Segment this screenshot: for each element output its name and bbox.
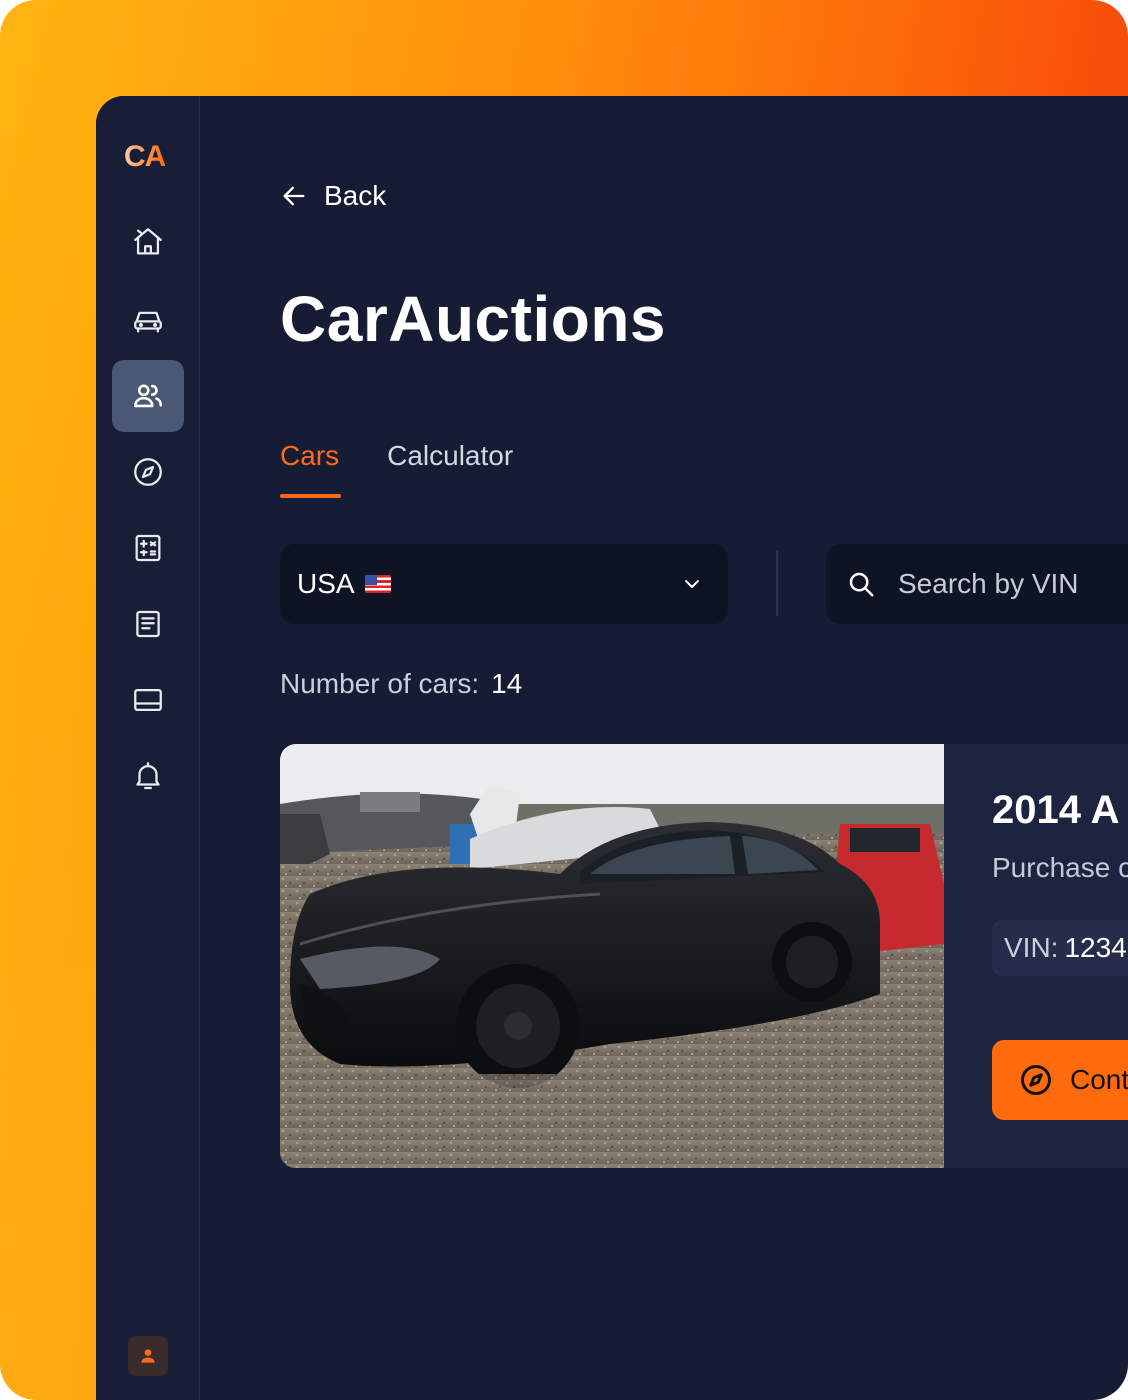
sidebar-item-documents[interactable] (112, 588, 184, 660)
filter-divider (776, 550, 778, 616)
country-select[interactable]: USA (280, 544, 728, 624)
car-card[interactable]: 2014 A Purchase c VIN: 1234 Cont (280, 744, 1128, 1168)
compass-icon (1021, 1065, 1051, 1095)
search-icon (849, 572, 874, 597)
country-select-value: USA (297, 568, 355, 599)
continue-button-label: Cont (1070, 1064, 1128, 1095)
tab-bar: Cars Calculator (280, 440, 513, 498)
cars-count: Number of cars: 14 (280, 668, 522, 700)
sidebar-item-home[interactable] (112, 206, 184, 278)
compass-icon (134, 458, 162, 486)
user-icon (141, 1349, 155, 1363)
home-icon (134, 228, 162, 255)
page-title: CarAuctions (280, 283, 666, 355)
document-icon (136, 610, 160, 638)
cars-count-value: 14 (491, 668, 523, 699)
chevron-down-icon (685, 580, 699, 588)
arrow-left-icon (283, 186, 305, 206)
vin-search-input[interactable]: Search by VIN (826, 544, 1128, 624)
main-content: Back CarAuctions Cars Calculator USA Sea… (200, 96, 1128, 1400)
car-title: 2014 A (992, 788, 1120, 832)
sidebar-item-calculator[interactable] (112, 512, 184, 584)
back-button[interactable]: Back (280, 180, 386, 212)
avatar[interactable] (128, 1336, 168, 1376)
sidebar-item-notifications[interactable] (112, 740, 184, 812)
continue-button[interactable]: Cont (992, 1040, 1128, 1120)
vin-badge: VIN: 1234 (992, 920, 1128, 976)
tab-calculator[interactable]: Calculator (387, 440, 513, 498)
search-placeholder: Search by VIN (898, 568, 1079, 599)
sidebar: CA (96, 96, 200, 1400)
car-subtitle: Purchase c (992, 852, 1128, 883)
car-photo (280, 744, 944, 1168)
vin-value: 1234 (1064, 932, 1127, 963)
users-icon (133, 384, 163, 408)
sidebar-item-payments[interactable] (112, 664, 184, 736)
back-label: Back (324, 180, 387, 211)
tab-cars[interactable]: Cars (280, 440, 342, 498)
sidebar-item-cars[interactable] (112, 284, 184, 356)
bell-icon (136, 762, 160, 790)
vin-label: VIN: (1004, 932, 1059, 963)
sidebar-item-explore[interactable] (112, 436, 184, 508)
cars-count-label: Number of cars: (280, 668, 480, 699)
page-frame: CA Back CarAuctions Cars Calculator USA … (0, 0, 1128, 1400)
logo: CA (124, 140, 166, 173)
credit-card-icon (134, 688, 162, 712)
calculator-icon (135, 534, 161, 562)
app-window: CA Back CarAuctions Cars Calculator USA … (96, 96, 1128, 1400)
sidebar-item-users[interactable] (112, 360, 184, 432)
car-icon (134, 311, 162, 333)
us-flag-icon (364, 575, 391, 593)
